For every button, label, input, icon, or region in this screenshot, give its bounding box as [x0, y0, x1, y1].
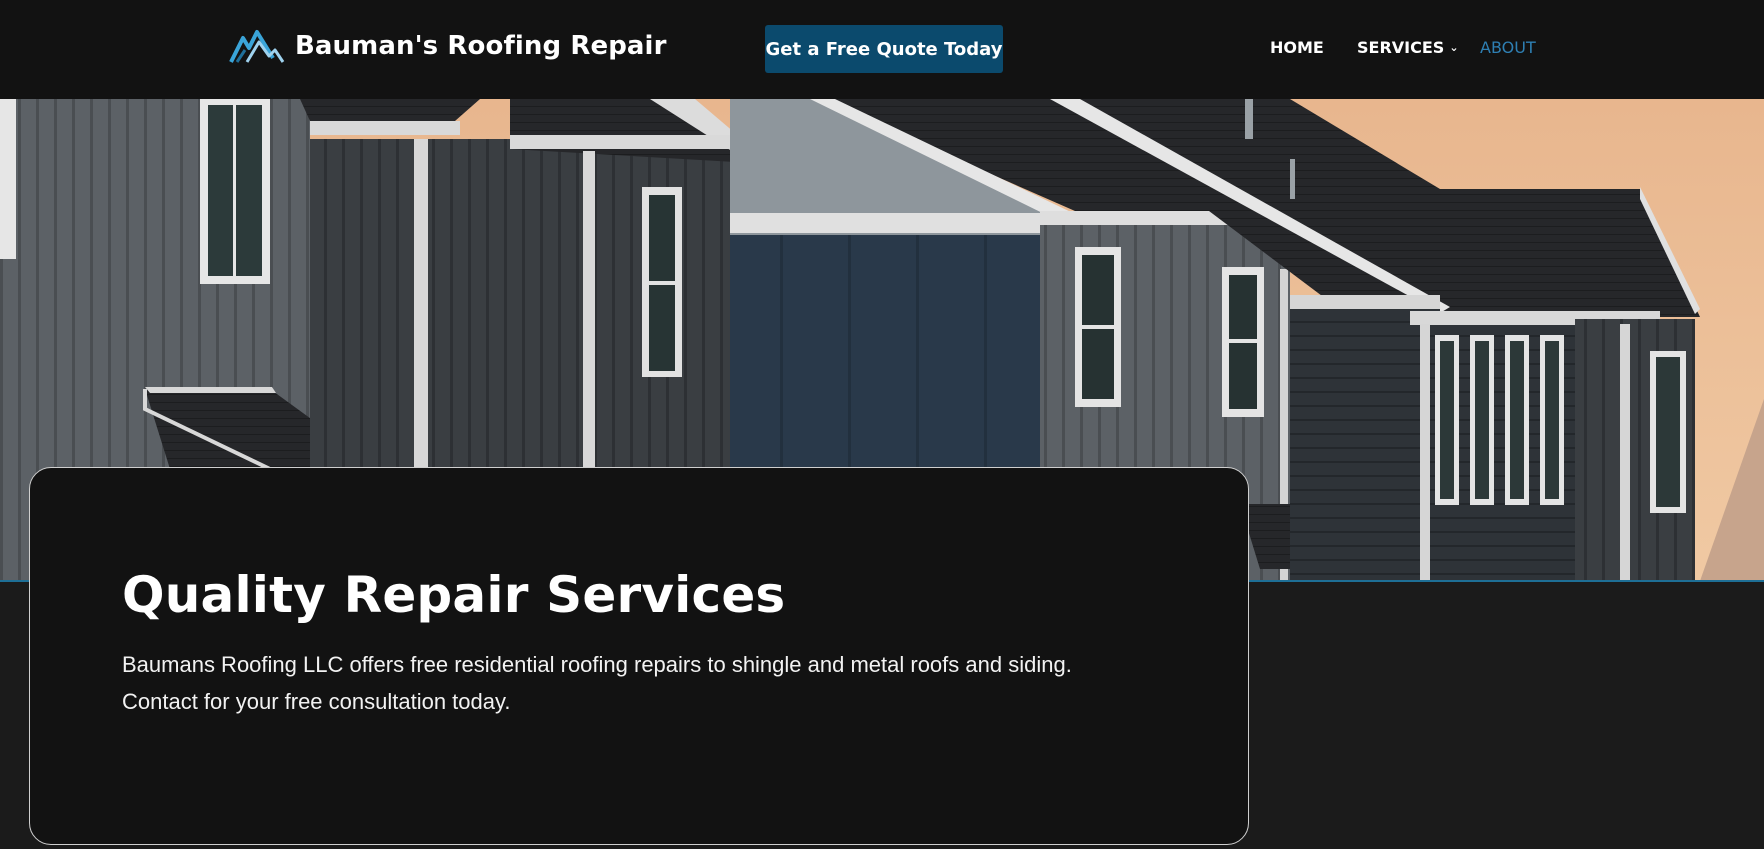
- chevron-down-icon: ⌄: [1449, 41, 1459, 54]
- hero-description-line-2: Contact for your free consultation today…: [122, 689, 511, 714]
- hero-description-line-1: Baumans Roofing LLC offers free resident…: [122, 652, 1072, 677]
- nav-services-link[interactable]: SERVICES ⌄: [1357, 38, 1459, 57]
- nav-home-link[interactable]: HOME: [1270, 38, 1324, 57]
- hero-title: Quality Repair Services: [122, 566, 786, 624]
- hero-card: Quality Repair Services Baumans Roofing …: [29, 467, 1249, 845]
- main-nav: HOME SERVICES ⌄ ABOUT: [0, 38, 1764, 62]
- nav-about-link[interactable]: ABOUT: [1480, 38, 1536, 57]
- hero-description: Baumans Roofing LLC offers free resident…: [122, 646, 1182, 720]
- nav-services-label: SERVICES: [1357, 38, 1445, 57]
- site-header: Bauman's Roofing Repair Get a Free Quote…: [0, 0, 1764, 99]
